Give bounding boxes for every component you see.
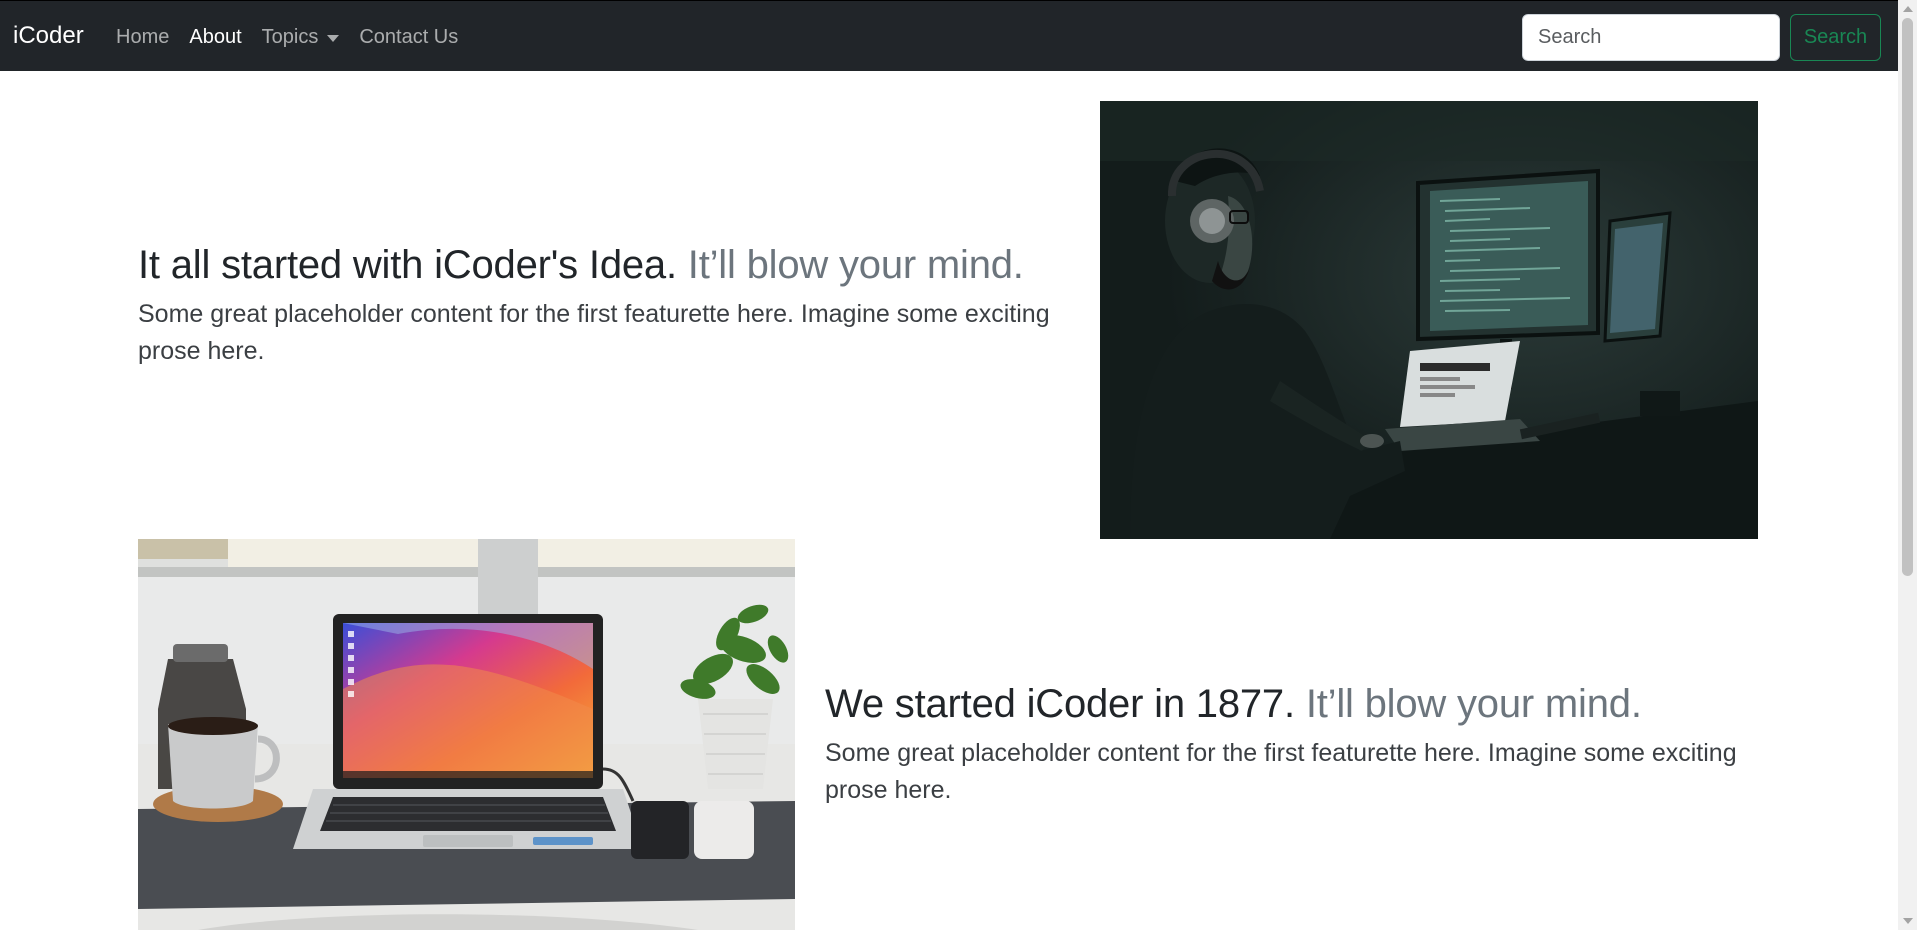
featurette-1-heading-muted: It’ll blow your mind. bbox=[687, 243, 1024, 287]
featurette-2-heading: We started iCoder in 1877. It’ll blow yo… bbox=[825, 680, 1765, 728]
brand-logo[interactable]: iCoder bbox=[13, 21, 84, 51]
featurette-2-text: We started iCoder in 1877. It’ll blow yo… bbox=[825, 680, 1765, 809]
nav-links: Home About Topics Contact Us bbox=[116, 24, 458, 50]
featurette-2-image bbox=[138, 539, 795, 930]
featurette-2-lead: Some great placeholder content for the f… bbox=[825, 739, 1737, 804]
featurette-1-lead: Some great placeholder content for the f… bbox=[138, 300, 1050, 365]
page-scrollbar[interactable] bbox=[1898, 0, 1917, 930]
laptop-desk-illustration bbox=[138, 539, 795, 930]
search-form: Search bbox=[1522, 14, 1881, 61]
scroll-down-arrow-icon[interactable] bbox=[1903, 918, 1913, 924]
scroll-up-arrow-icon[interactable] bbox=[1903, 6, 1913, 12]
nav-link-contact[interactable]: Contact Us bbox=[359, 24, 458, 50]
search-input[interactable] bbox=[1522, 14, 1780, 61]
featurette-1-heading-main: It all started with iCoder's Idea. bbox=[138, 243, 677, 287]
nav-dropdown-topics-label: Topics bbox=[261, 26, 319, 48]
page: iCoder Home About Topics Contact Us Sear… bbox=[0, 0, 1917, 930]
featurette-1-heading: It all started with iCoder's Idea. It’ll… bbox=[138, 241, 1088, 289]
top-navbar: iCoder Home About Topics Contact Us Sear… bbox=[0, 0, 1898, 71]
featurette-2-heading-muted: It’ll blow your mind. bbox=[1305, 682, 1642, 726]
coder-at-night-illustration bbox=[1100, 101, 1758, 539]
nav-dropdown-topics[interactable]: Topics bbox=[262, 24, 340, 50]
nav-link-about[interactable]: About bbox=[189, 24, 241, 50]
featurette-1-image bbox=[1100, 101, 1758, 539]
search-button[interactable]: Search bbox=[1790, 14, 1881, 61]
nav-link-home[interactable]: Home bbox=[116, 24, 169, 50]
caret-down-icon bbox=[327, 34, 340, 42]
scroll-thumb[interactable] bbox=[1902, 18, 1913, 576]
featurette-2-heading-main: We started iCoder in 1877. bbox=[825, 682, 1295, 726]
featurette-1-text: It all started with iCoder's Idea. It’ll… bbox=[138, 241, 1088, 370]
